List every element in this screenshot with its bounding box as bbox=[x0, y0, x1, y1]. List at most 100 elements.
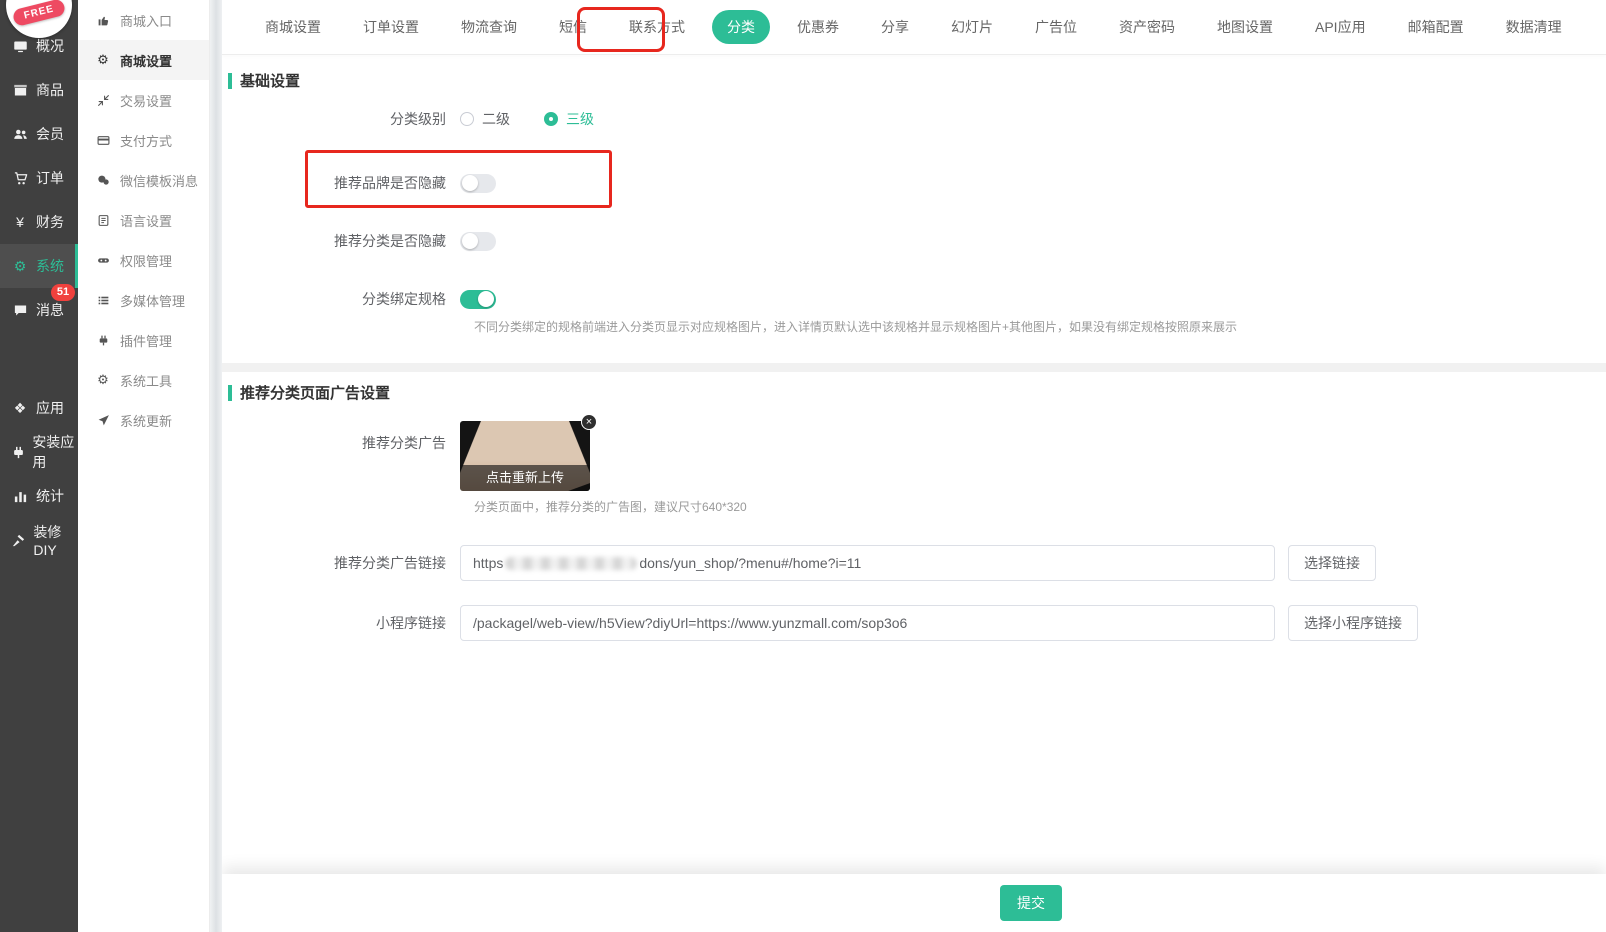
nav-label: 系统 bbox=[36, 256, 64, 276]
nav-label: 装修DIY bbox=[33, 522, 78, 558]
tab-map-settings[interactable]: 地图设置 bbox=[1202, 10, 1288, 44]
title-accent-bar bbox=[228, 73, 232, 89]
submenu-sidebar: 商城入口 ⚙ 商城设置交易设置支付方式微信模板消息语言设置权限管理多媒体管理插件管理… bbox=[78, 0, 210, 932]
brand-hide-label: 推荐品牌是否隐藏 bbox=[222, 173, 460, 193]
radio-option-level-2[interactable]: 二级 bbox=[460, 109, 510, 129]
submenu-item-wechat-template[interactable]: 微信模板消息 bbox=[78, 160, 209, 200]
goods-icon bbox=[10, 83, 30, 98]
category-hide-label: 推荐分类是否隐藏 bbox=[222, 231, 460, 251]
ad-image-upload[interactable]: 点击重新上传 bbox=[460, 421, 590, 491]
radio-icon[interactable] bbox=[460, 112, 474, 126]
sidebar-item-system[interactable]: ⚙系统 bbox=[0, 244, 78, 288]
nav-label: 微信模板消息 bbox=[120, 171, 198, 190]
bind-spec-row: 分类绑定规格 bbox=[222, 289, 1606, 309]
system-update-icon bbox=[94, 414, 112, 427]
nav-label: 会员 bbox=[36, 124, 64, 144]
diy-icon bbox=[10, 533, 27, 548]
submenu-item-language[interactable]: 语言设置 bbox=[78, 200, 209, 240]
brand-hide-toggle[interactable] bbox=[460, 174, 496, 193]
mall-entry-icon bbox=[94, 14, 112, 27]
bind-spec-label: 分类绑定规格 bbox=[222, 289, 460, 309]
nav-label: 应用 bbox=[36, 398, 64, 418]
submenu-item-trade-settings[interactable]: 交易设置 bbox=[78, 80, 209, 120]
nav-label: 系统更新 bbox=[120, 411, 172, 430]
mall-settings-icon: ⚙ bbox=[94, 52, 112, 68]
category-level-label: 分类级别 bbox=[222, 109, 460, 129]
mini-link-label: 小程序链接 bbox=[222, 613, 460, 633]
tab-share[interactable]: 分享 bbox=[866, 10, 924, 44]
submenu-item-payment[interactable]: 支付方式 bbox=[78, 120, 209, 160]
sidebar-item-members[interactable]: 会员 bbox=[0, 112, 78, 156]
overview-icon bbox=[10, 39, 30, 54]
bind-spec-hint: 不同分类绑定的规格前端进入分类页显示对应规格图片，进入详情页默认选中该规格并显示… bbox=[474, 318, 1606, 335]
ad-size-hint: 分类页面中，推荐分类的广告图，建议尺寸640*320 bbox=[474, 498, 1606, 515]
main-sidebar: FREE 概况商品会员订单¥财务⚙系统消息51 ❖ 应用安装应用统计装修DIY bbox=[0, 0, 78, 932]
category-hide-toggle[interactable] bbox=[460, 232, 496, 251]
settings-tabbar: 商城设置订单设置物流查询短信联系方式分类优惠券分享幻灯片广告位资产密码地图设置 A… bbox=[222, 0, 1606, 55]
system-tools-icon: ⚙ bbox=[94, 372, 112, 388]
sidebar-item-overview[interactable]: 概况 bbox=[0, 24, 78, 68]
sidebar-item-goods[interactable]: 商品 bbox=[0, 68, 78, 112]
stats-icon bbox=[10, 489, 30, 504]
submenu-item-media[interactable]: 多媒体管理 bbox=[78, 280, 209, 320]
orders-icon bbox=[10, 171, 30, 186]
ad-link-label: 推荐分类广告链接 bbox=[222, 553, 460, 573]
language-icon bbox=[94, 214, 112, 227]
submenu-item-system-update[interactable]: 系统更新 bbox=[78, 400, 209, 440]
tab-mailbox[interactable]: 邮箱配置 bbox=[1393, 10, 1479, 44]
message-count-badge: 51 bbox=[51, 284, 75, 301]
tab-order-settings[interactable]: 订单设置 bbox=[348, 10, 434, 44]
radio-checked-icon[interactable] bbox=[544, 112, 558, 126]
tab-contact[interactable]: 联系方式 bbox=[614, 10, 700, 44]
vertical-scrollbar[interactable] bbox=[210, 0, 222, 932]
tab-mall-settings[interactable]: 商城设置 bbox=[250, 10, 336, 44]
tab-coupon[interactable]: 优惠券 bbox=[782, 10, 854, 44]
nav-label: 统计 bbox=[36, 486, 64, 506]
ad-link-input[interactable]: https dons/yun_shop/?menu#/home?i=11 bbox=[460, 545, 1275, 581]
choose-link-button[interactable]: 选择链接 bbox=[1288, 545, 1376, 581]
reupload-overlay[interactable]: 点击重新上传 bbox=[460, 465, 590, 491]
sidebar-item-orders[interactable]: 订单 bbox=[0, 156, 78, 200]
ad-upload-label: 推荐分类广告 bbox=[222, 433, 460, 453]
bind-spec-toggle[interactable] bbox=[460, 290, 496, 309]
submenu-item-mall-entry[interactable]: 商城入口 bbox=[78, 0, 209, 40]
free-badge: FREE bbox=[12, 0, 67, 27]
tab-sms[interactable]: 短信 bbox=[544, 10, 602, 44]
nav-label: 多媒体管理 bbox=[120, 291, 185, 310]
nav-label: 语言设置 bbox=[120, 211, 172, 230]
mini-link-input[interactable] bbox=[460, 605, 1275, 641]
finance-icon: ¥ bbox=[10, 214, 30, 230]
submit-button[interactable]: 提交 bbox=[1000, 885, 1062, 921]
sidebar-item-install-app[interactable]: 安装应用 bbox=[0, 430, 78, 474]
tab-ad-slot[interactable]: 广告位 bbox=[1020, 10, 1092, 44]
tab-api[interactable]: API应用 bbox=[1300, 10, 1381, 44]
apps-icon: ❖ bbox=[10, 400, 30, 417]
category-level-row: 分类级别 二级 三级 bbox=[222, 109, 1606, 129]
submenu-item-mall-settings[interactable]: ⚙ 商城设置 bbox=[78, 40, 209, 80]
choose-mini-link-button[interactable]: 选择小程序链接 bbox=[1288, 605, 1418, 641]
wechat-template-icon bbox=[94, 174, 112, 187]
sidebar-item-diy[interactable]: 装修DIY bbox=[0, 518, 78, 562]
media-icon bbox=[94, 294, 112, 307]
title-accent-bar bbox=[228, 385, 232, 401]
tab-data-clean[interactable]: 数据清理 bbox=[1491, 10, 1577, 44]
payment-icon bbox=[94, 134, 112, 147]
mini-link-row: 小程序链接 选择小程序链接 bbox=[222, 605, 1606, 641]
submenu-item-plugin[interactable]: 插件管理 bbox=[78, 320, 209, 360]
sidebar-item-finance[interactable]: ¥财务 bbox=[0, 200, 78, 244]
remove-image-icon[interactable]: × bbox=[581, 414, 597, 430]
sidebar-item-stats[interactable]: 统计 bbox=[0, 474, 78, 518]
permission-icon bbox=[94, 254, 112, 267]
submenu-item-permission[interactable]: 权限管理 bbox=[78, 240, 209, 280]
sidebar-item-message[interactable]: 消息51 bbox=[0, 288, 78, 332]
tab-category[interactable]: 分类 bbox=[712, 10, 770, 44]
tab-logistics[interactable]: 物流查询 bbox=[446, 10, 532, 44]
tab-slides[interactable]: 幻灯片 bbox=[936, 10, 1008, 44]
tab-asset-password[interactable]: 资产密码 bbox=[1104, 10, 1190, 44]
radio-option-level-3[interactable]: 三级 bbox=[544, 109, 594, 129]
nav-label: 商城设置 bbox=[120, 51, 172, 70]
nav-label: 概况 bbox=[36, 36, 64, 56]
submenu-item-system-tools[interactable]: ⚙系统工具 bbox=[78, 360, 209, 400]
sidebar-item-apps[interactable]: ❖ 应用 bbox=[0, 386, 78, 430]
ad-upload-row: 推荐分类广告 点击重新上传 × bbox=[222, 421, 1606, 491]
